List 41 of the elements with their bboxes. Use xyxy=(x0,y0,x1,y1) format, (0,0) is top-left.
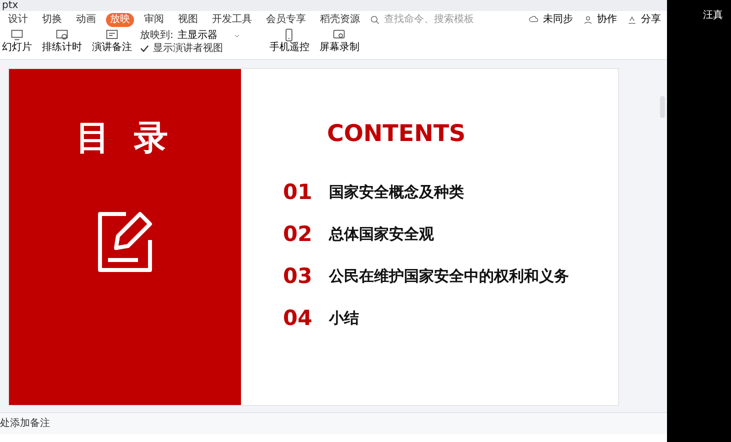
document-tab[interactable]: ptx xyxy=(0,0,18,11)
menu-tab[interactable]: 会员专享 xyxy=(262,12,310,26)
item-number: 03 xyxy=(283,262,314,290)
ribbon-button[interactable]: 演讲备注 xyxy=(90,28,134,54)
ribbon-button[interactable]: 排练计时 xyxy=(40,28,84,54)
checkbox-label: 显示演讲者视图 xyxy=(153,42,223,55)
menu-tab[interactable]: 切换 xyxy=(38,12,66,26)
checkbox[interactable] xyxy=(140,44,149,53)
menu-tab[interactable]: 视图 xyxy=(174,12,202,26)
person-icon xyxy=(583,14,593,24)
cloud-icon xyxy=(529,14,539,24)
timer-icon xyxy=(55,28,69,42)
contents-title: CONTENTS xyxy=(327,120,467,149)
item-text: 国家安全概念及种类 xyxy=(329,182,464,204)
ribbon-button[interactable]: 幻灯片 xyxy=(0,28,34,54)
item-number: 01 xyxy=(283,178,314,206)
participant-name: 汪真 xyxy=(703,8,723,23)
display-dropdown[interactable]: 主显示器 xyxy=(177,29,242,42)
menu-tab[interactable]: 设计 xyxy=(4,12,32,26)
menu-tab[interactable]: 动画 xyxy=(72,12,100,26)
item-text: 小结 xyxy=(329,308,359,330)
notes-field[interactable]: 处添加备注 xyxy=(0,416,125,431)
edit-icon xyxy=(96,210,154,274)
display-label: 放映到: xyxy=(140,29,174,42)
menu-tab[interactable]: 审阅 xyxy=(140,12,168,26)
ribbon-button[interactable]: 手机遥控 xyxy=(267,28,312,54)
notes-icon xyxy=(105,28,119,42)
toolbar-button[interactable]: 分享 xyxy=(625,14,663,26)
toolbar-button[interactable]: 协作 xyxy=(581,14,619,26)
item-number: 02 xyxy=(283,220,314,248)
search-icon xyxy=(370,14,380,24)
item-number: 04 xyxy=(283,304,314,332)
toolbar-button[interactable]: 未同步 xyxy=(527,14,575,26)
menu-tab[interactable]: 稻壳资源 xyxy=(316,12,364,26)
ribbon-button[interactable]: 屏幕录制 xyxy=(317,28,362,54)
slideshow-icon xyxy=(10,28,24,42)
menu-tab[interactable]: 开发工具 xyxy=(208,12,256,26)
item-text: 公民在维护国家安全中的权利和义务 xyxy=(329,266,569,288)
item-text: 总体国家安全观 xyxy=(329,224,434,246)
share-icon xyxy=(627,14,637,24)
slide-heading: 目 录 xyxy=(76,117,174,160)
